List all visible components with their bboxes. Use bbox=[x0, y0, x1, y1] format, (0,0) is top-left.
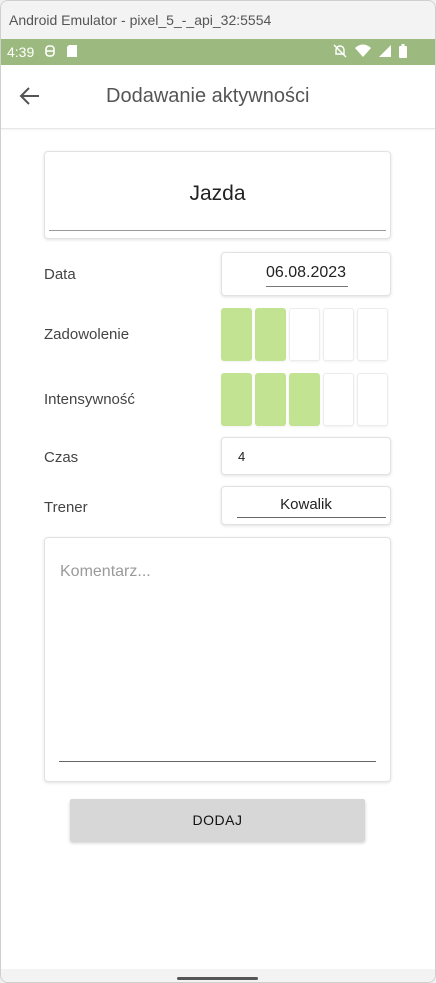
time-label: Czas bbox=[44, 449, 79, 466]
app-screen: Dodawanie aktywności Jazda Data 06.08.20… bbox=[1, 65, 435, 969]
status-bar: 4:39 bbox=[1, 39, 435, 65]
app-bar: Dodawanie aktywności bbox=[1, 65, 435, 129]
satisfaction-rating[interactable] bbox=[221, 308, 391, 361]
intensity-segment-3[interactable] bbox=[289, 373, 320, 426]
intensity-segment-1[interactable] bbox=[221, 373, 252, 426]
comment-placeholder: Komentarz... bbox=[60, 563, 151, 580]
intensity-segment-2[interactable] bbox=[255, 373, 286, 426]
trainer-underline bbox=[237, 517, 386, 518]
status-time: 4:39 bbox=[7, 44, 35, 60]
comment-textarea[interactable]: Komentarz... bbox=[44, 537, 391, 782]
date-field[interactable]: 06.08.2023 bbox=[221, 252, 391, 296]
satisfaction-segment-4[interactable] bbox=[323, 308, 354, 361]
intensity-segment-5[interactable] bbox=[357, 373, 388, 426]
satisfaction-segment-2[interactable] bbox=[255, 308, 286, 361]
signal-icon bbox=[379, 44, 391, 60]
satisfaction-segment-5[interactable] bbox=[357, 308, 388, 361]
trainer-label: Trener bbox=[44, 499, 88, 516]
mute-icon bbox=[333, 44, 347, 61]
activity-name-underline bbox=[49, 230, 386, 231]
date-value: 06.08.2023 bbox=[265, 264, 347, 281]
activity-name-value: Jazda bbox=[189, 182, 246, 205]
battery-icon bbox=[399, 43, 407, 61]
comment-underline bbox=[59, 761, 376, 762]
time-value: 4 bbox=[238, 449, 246, 464]
satisfaction-segment-3[interactable] bbox=[289, 308, 320, 361]
trainer-value: Kowalik bbox=[280, 496, 332, 513]
date-label: Data bbox=[44, 266, 76, 283]
satisfaction-segment-1[interactable] bbox=[221, 308, 252, 361]
date-underline bbox=[266, 286, 348, 287]
wifi-icon bbox=[355, 44, 371, 61]
satisfaction-label: Zadowolenie bbox=[44, 326, 130, 343]
time-input[interactable]: 4 bbox=[221, 437, 391, 475]
add-button[interactable]: DODAJ bbox=[70, 799, 365, 841]
back-arrow-icon[interactable] bbox=[17, 83, 43, 109]
home-gesture-handle[interactable] bbox=[177, 977, 258, 980]
window-title: Android Emulator - pixel_5_-_api_32:5554 bbox=[1, 1, 435, 39]
emulator-window: Android Emulator - pixel_5_-_api_32:5554… bbox=[0, 0, 436, 983]
page-title: Dodawanie aktywności bbox=[106, 85, 310, 107]
sync-icon bbox=[44, 44, 56, 61]
sd-card-icon bbox=[66, 44, 78, 61]
activity-name-field[interactable]: Jazda bbox=[44, 151, 391, 239]
intensity-segment-4[interactable] bbox=[323, 373, 354, 426]
navigation-bar bbox=[1, 969, 435, 982]
intensity-label: Intensywność bbox=[44, 391, 135, 408]
intensity-rating[interactable] bbox=[221, 373, 391, 426]
trainer-select[interactable]: Kowalik bbox=[221, 486, 391, 525]
